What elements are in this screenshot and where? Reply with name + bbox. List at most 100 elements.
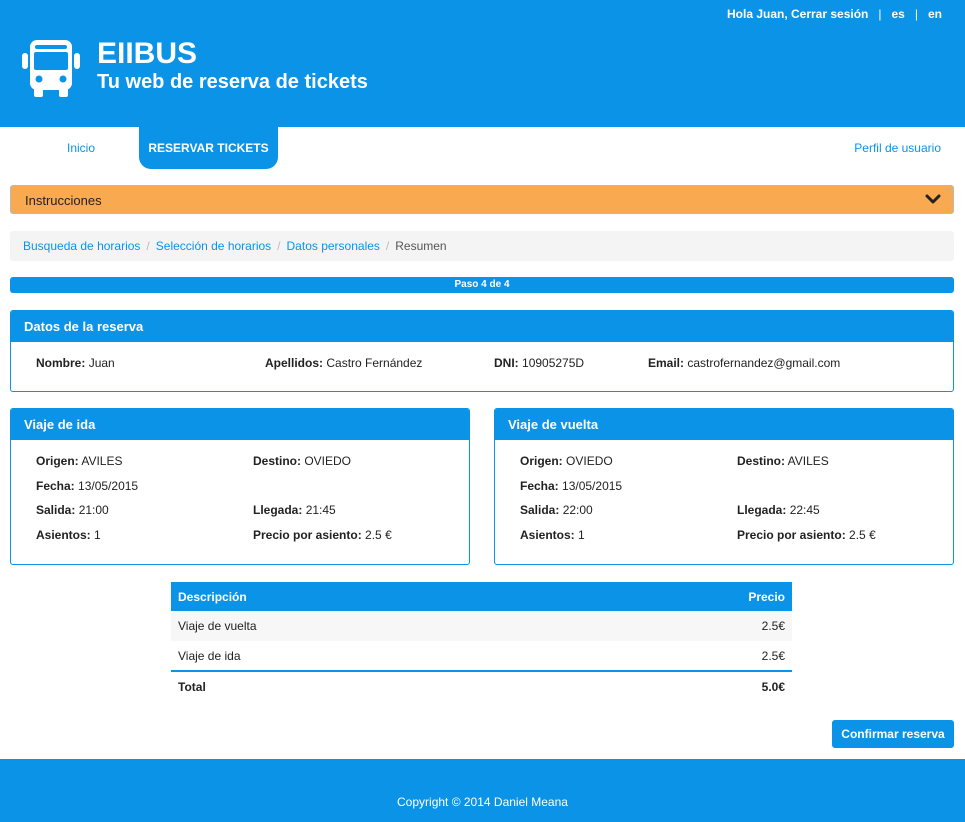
main-nav: Inicio RESERVAR TICKETS Perfil de usuari…: [0, 127, 965, 169]
confirm-reservation-button[interactable]: Confirmar reserva: [832, 720, 954, 748]
name-field: Nombre: Juan: [36, 356, 115, 370]
table-row: Viaje de vuelta 2.5€: [171, 611, 792, 641]
progress-fill: Paso 4 de 4: [10, 277, 954, 293]
return-destination: Destino: AVILES: [737, 454, 829, 468]
seats-label: Asientos:: [36, 528, 91, 542]
site-header: Hola Juan, Cerrar sesión | es | en EIIBUS Tu…: [0, 0, 965, 127]
date-value: 13/05/2015: [78, 479, 139, 493]
link-separator: |: [878, 7, 882, 21]
arrival-value: 22:45: [789, 503, 820, 517]
breadcrumb: Busqueda de horarios / Selección de horari…: [10, 231, 954, 261]
price-value: 2.5 €: [365, 528, 392, 542]
seats-label: Asientos:: [520, 528, 575, 542]
date-label: Fecha:: [520, 479, 559, 493]
origin-value: AVILES: [81, 454, 123, 468]
app-tagline: Tu web de reserva de tickets: [97, 71, 368, 93]
price-label: Precio por asiento:: [737, 528, 846, 542]
return-arrival: Llegada: 22:45: [737, 503, 820, 517]
destination-label: Destino:: [253, 454, 301, 468]
row-price: 2.5€: [572, 611, 792, 641]
outbound-destination: Destino: OVIEDO: [253, 454, 351, 468]
chevron-down-icon: [925, 194, 941, 204]
departure-value: 21:00: [78, 503, 109, 517]
bus-icon: [22, 40, 80, 97]
email-value: castrofernandez@gmail.com: [687, 356, 841, 370]
seats-value: 1: [578, 528, 585, 542]
arrival-label: Llegada:: [737, 503, 787, 517]
return-origin: Origen: OVIEDO: [520, 454, 613, 468]
surname-value: Castro Fernández: [326, 356, 423, 370]
departure-value: 22:00: [562, 503, 593, 517]
outbound-date: Fecha: 13/05/2015: [36, 479, 138, 493]
outbound-trip-panel: Viaje de ida Origen: AVILES Destino: OVI…: [10, 408, 470, 565]
origin-value: OVIEDO: [566, 454, 613, 468]
link-separator: |: [914, 7, 918, 21]
instructions-toggle[interactable]: Instrucciones: [10, 185, 954, 214]
total-row: Total 5.0€: [171, 670, 792, 702]
return-trip-panel: Viaje de vuelta Origen: OVIEDO Destino: …: [494, 408, 954, 565]
origin-label: Origen:: [36, 454, 79, 468]
dni-field: DNI: 10905275D: [494, 356, 584, 370]
departure-label: Salida:: [520, 503, 560, 517]
email-field: Email: castrofernandez@gmail.com: [648, 356, 840, 370]
step-progress-bar: Paso 4 de 4: [10, 277, 954, 293]
table-header-row: Descripción Precio: [171, 582, 792, 611]
return-departure: Salida: 22:00: [520, 503, 593, 517]
destination-value: OVIEDO: [304, 454, 352, 468]
breadcrumb-separator: /: [277, 239, 281, 253]
name-value: Juan: [88, 356, 115, 370]
breadcrumb-search[interactable]: Busqueda de horarios: [23, 239, 140, 253]
outbound-arrival: Llegada: 21:45: [253, 503, 336, 517]
seats-value: 1: [94, 528, 101, 542]
site-footer: Copyright © 2014 Daniel Meana: [0, 759, 965, 822]
surname-field: Apellidos: Castro Fernández: [265, 356, 422, 370]
date-label: Fecha:: [36, 479, 75, 493]
dni-value: 10905275D: [522, 356, 585, 370]
lang-en-link[interactable]: en: [928, 7, 942, 21]
row-description: Viaje de vuelta: [171, 611, 573, 641]
outbound-panel-title: Viaje de ida: [11, 409, 469, 440]
breadcrumb-personal-data[interactable]: Datos personales: [287, 239, 380, 253]
price-summary-table: Descripción Precio Viaje de vuelta 2.5€ …: [171, 582, 792, 702]
total-value: 5.0€: [572, 670, 792, 702]
arrival-value: 21:45: [305, 503, 336, 517]
column-header-price: Precio: [572, 582, 792, 611]
arrival-label: Llegada:: [253, 503, 303, 517]
copyright-text: Copyright © 2014 Daniel Meana: [397, 795, 568, 809]
return-date: Fecha: 13/05/2015: [520, 479, 622, 493]
user-links: Hola Juan, Cerrar sesión | es | en: [727, 7, 942, 21]
name-label: Nombre:: [36, 356, 86, 370]
breadcrumb-separator: /: [146, 239, 150, 253]
nav-home[interactable]: Inicio: [67, 127, 95, 169]
price-label: Precio por asiento:: [253, 528, 362, 542]
nav-reserve-tickets[interactable]: RESERVAR TICKETS: [139, 127, 278, 169]
origin-label: Origen:: [520, 454, 563, 468]
logout-link[interactable]: Cerrar sesión: [791, 7, 868, 21]
return-price: Precio por asiento: 2.5 €: [737, 528, 876, 542]
outbound-price: Precio por asiento: 2.5 €: [253, 528, 392, 542]
destination-value: AVILES: [787, 454, 829, 468]
price-value: 2.5 €: [849, 528, 876, 542]
total-label: Total: [171, 670, 573, 702]
outbound-seats: Asientos: 1: [36, 528, 101, 542]
surname-label: Apellidos:: [265, 356, 324, 370]
column-header-description: Descripción: [171, 582, 573, 611]
destination-label: Destino:: [737, 454, 785, 468]
row-price: 2.5€: [761, 648, 785, 663]
reservation-panel-title: Datos de la reserva: [11, 311, 953, 342]
app-name: EIIBUS: [97, 37, 198, 70]
outbound-origin: Origen: AVILES: [36, 454, 122, 468]
outbound-departure: Salida: 21:00: [36, 503, 109, 517]
nav-user-profile[interactable]: Perfil de usuario: [854, 127, 941, 169]
return-seats: Asientos: 1: [520, 528, 585, 542]
email-label: Email:: [648, 356, 685, 370]
brand: EIIBUS Tu web de reserva de tickets: [97, 38, 368, 94]
return-panel-title: Viaje de vuelta: [495, 409, 953, 440]
departure-label: Salida:: [36, 503, 76, 517]
instructions-label: Instrucciones: [25, 193, 102, 208]
lang-es-link[interactable]: es: [892, 7, 905, 21]
breadcrumb-schedule[interactable]: Selección de horarios: [156, 239, 271, 253]
dni-label: DNI:: [494, 356, 519, 370]
reservation-panel: Datos de la reserva Nombre: Juan Apellid…: [10, 310, 954, 392]
breadcrumb-summary: Resumen: [395, 239, 447, 253]
